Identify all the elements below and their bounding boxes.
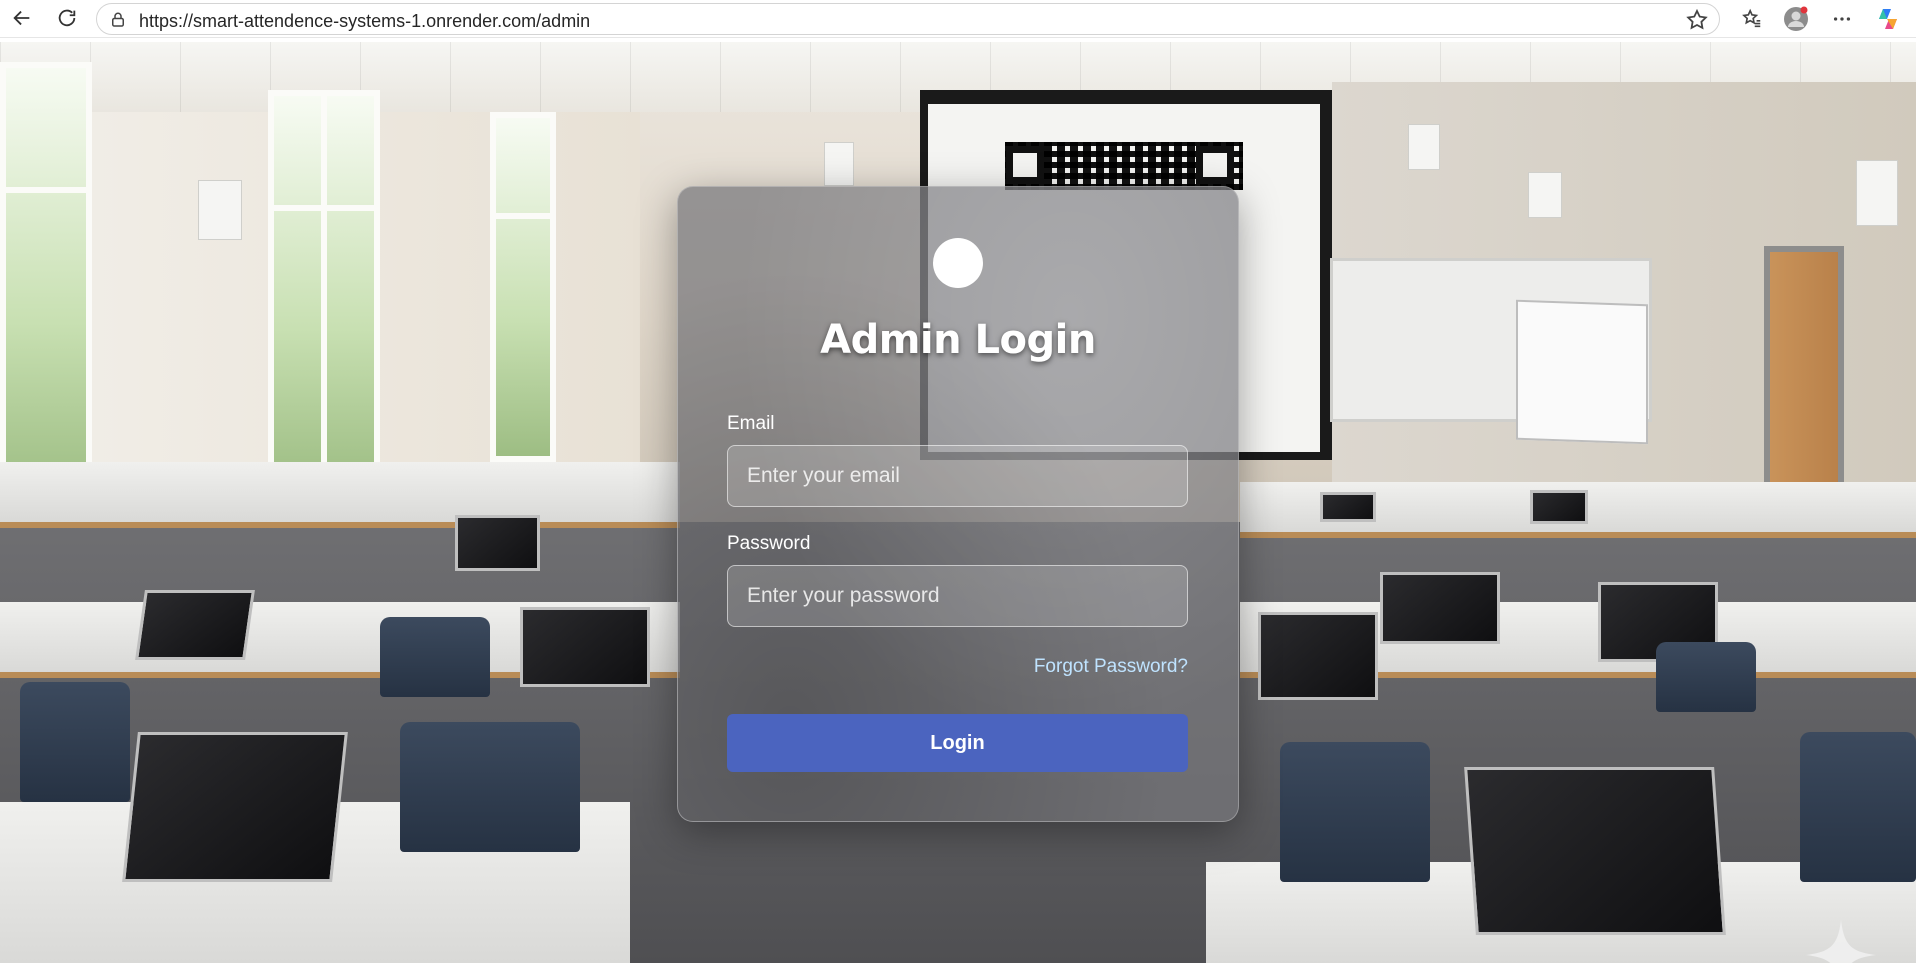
- favorites-icon[interactable]: [1737, 4, 1767, 34]
- window: [0, 62, 92, 498]
- monitor: [1380, 572, 1500, 644]
- monitor: [455, 515, 540, 571]
- chair: [20, 682, 130, 802]
- monitor: [1530, 490, 1588, 524]
- address-bar[interactable]: https://smart-attendence-systems-1.onren…: [96, 3, 1720, 35]
- email-label: Email: [727, 413, 775, 434]
- profile-icon[interactable]: [1781, 4, 1811, 34]
- monitor: [1320, 492, 1376, 522]
- email-field[interactable]: [727, 445, 1188, 507]
- page-title: Admin Login: [820, 317, 1096, 363]
- desk: [0, 462, 680, 528]
- login-button[interactable]: Login: [727, 714, 1188, 772]
- monitor: [1464, 767, 1726, 935]
- chair: [1656, 642, 1756, 712]
- window: [268, 90, 380, 490]
- forgot-password-link[interactable]: Forgot Password?: [1034, 656, 1188, 678]
- speaker: [1408, 124, 1440, 170]
- speaker: [824, 142, 854, 186]
- door: [1764, 246, 1844, 496]
- chair: [1280, 742, 1430, 882]
- logo-circle: [933, 238, 983, 288]
- qr-corner: [1006, 146, 1044, 184]
- url-text[interactable]: https://smart-attendence-systems-1.onren…: [139, 11, 590, 32]
- chair: [1800, 732, 1916, 882]
- speaker: [198, 180, 242, 240]
- qr-corner: [1196, 146, 1234, 184]
- back-arrow-icon[interactable]: [7, 3, 37, 33]
- password-field[interactable]: [727, 565, 1188, 627]
- monitor: [1258, 612, 1378, 700]
- monitor: [135, 590, 255, 660]
- speaker: [1528, 172, 1562, 218]
- lock-icon[interactable]: [109, 11, 127, 29]
- window: [490, 112, 556, 462]
- login-card: Admin Login Email Password Forgot Passwo…: [677, 186, 1239, 822]
- star-icon[interactable]: [1685, 8, 1709, 32]
- more-icon[interactable]: [1827, 4, 1857, 34]
- refresh-icon[interactable]: [52, 3, 82, 33]
- monitor: [520, 607, 650, 687]
- speaker: [1856, 160, 1898, 226]
- browser-toolbar: https://smart-attendence-systems-1.onren…: [0, 0, 1916, 38]
- copilot-icon[interactable]: [1873, 4, 1903, 34]
- monitor: [122, 732, 348, 882]
- chair: [380, 617, 490, 697]
- sparkle-icon: [1806, 920, 1876, 963]
- password-label: Password: [727, 533, 811, 554]
- flipchart: [1516, 299, 1648, 445]
- chair: [400, 722, 580, 852]
